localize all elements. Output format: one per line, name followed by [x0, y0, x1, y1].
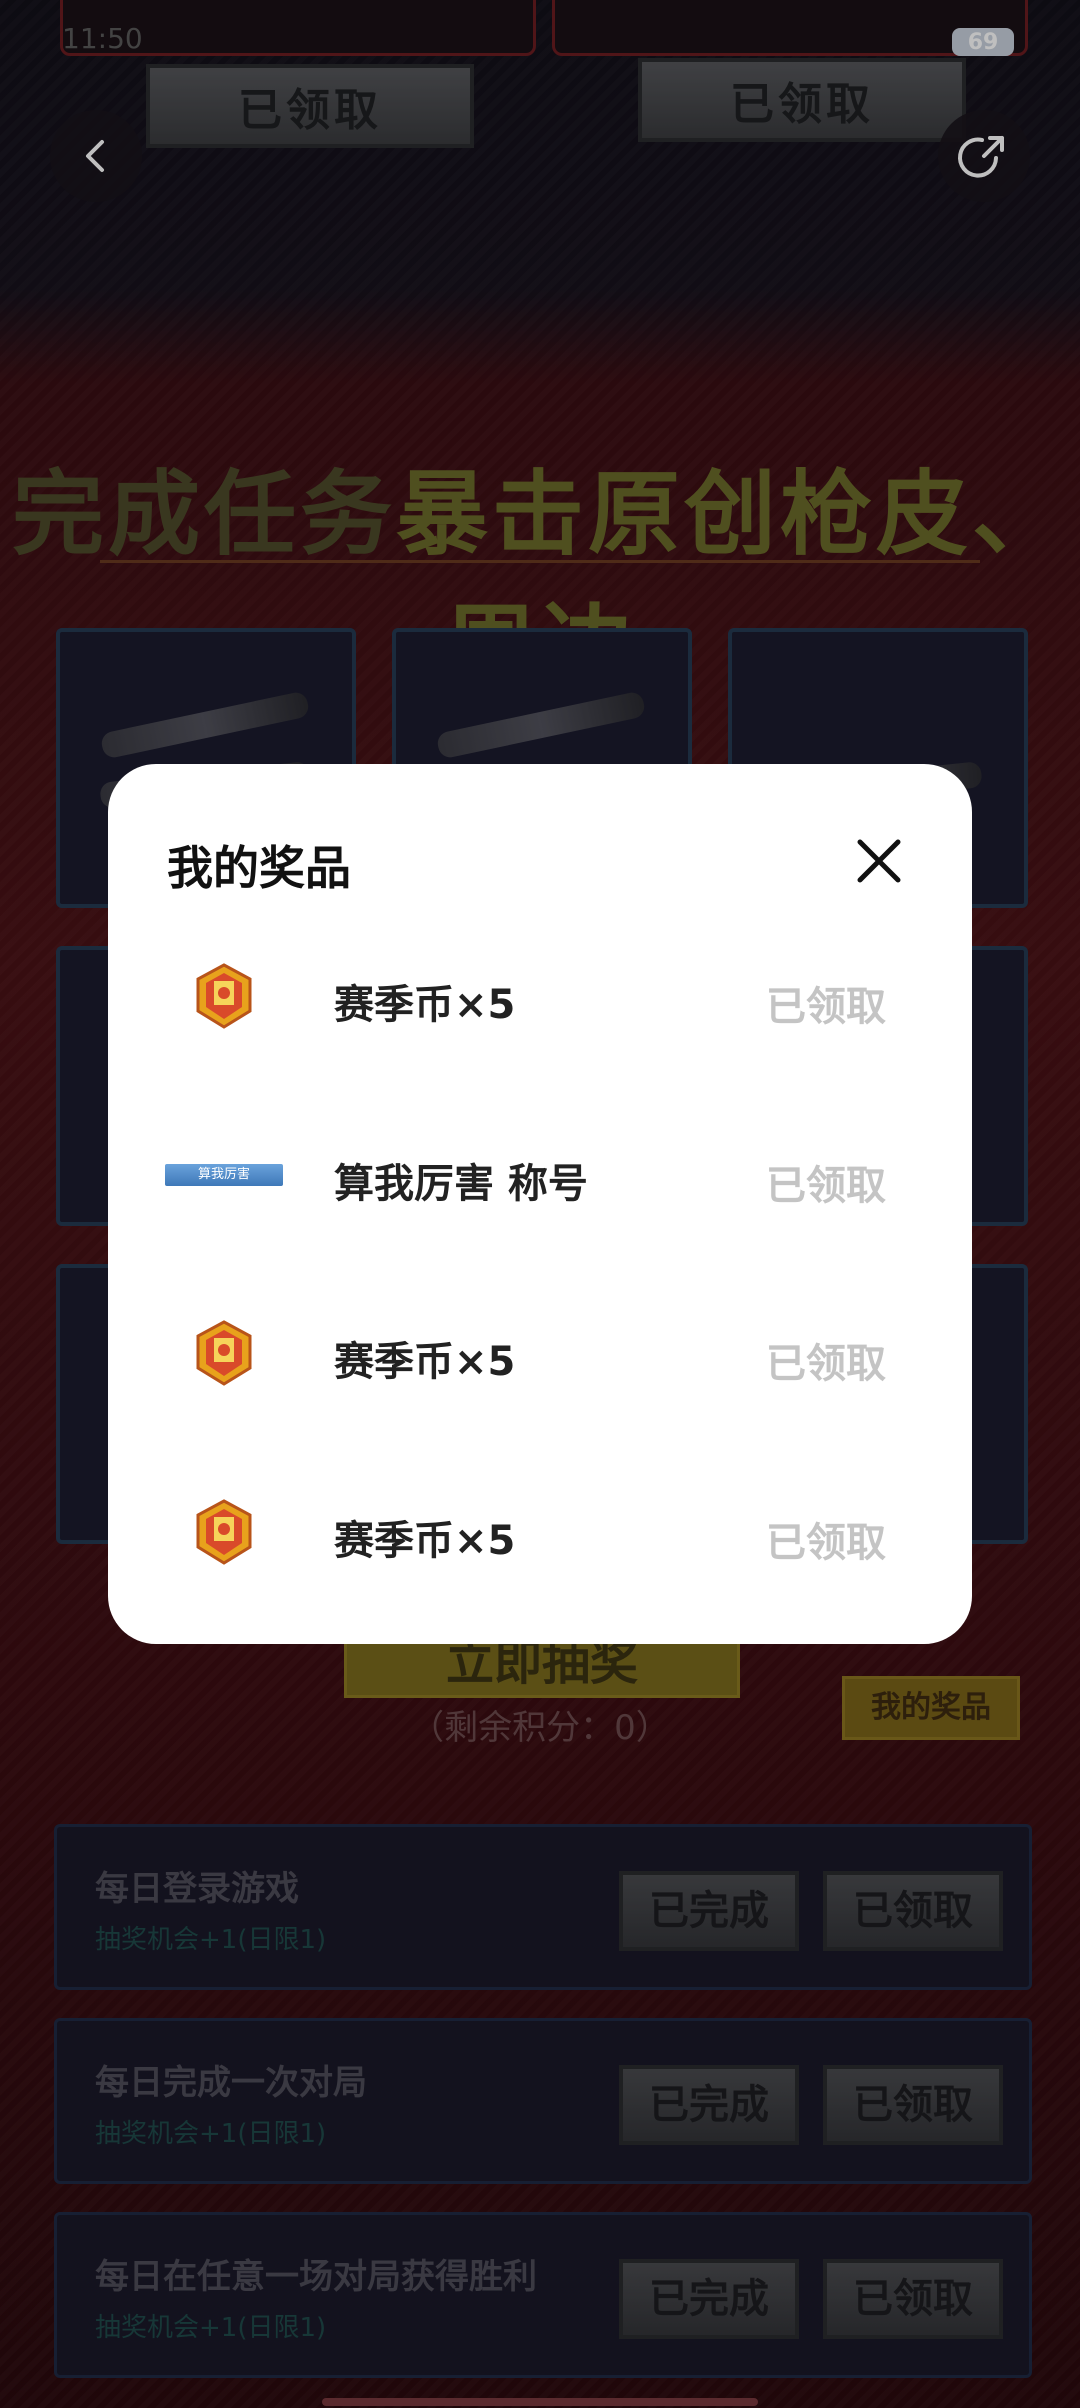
season-coin-icon	[164, 1313, 284, 1393]
season-coin-icon	[164, 956, 284, 1036]
my-prizes-dialog: 我的奖品 赛季币×5 已领取 算我厉害 算我厉害 称号 已领取 赛季币×5 已领…	[108, 764, 972, 1644]
close-button[interactable]	[854, 836, 904, 886]
prize-status: 已领取	[766, 1520, 886, 1566]
prize-status: 已领取	[766, 1163, 886, 1209]
season-coin-icon	[164, 1492, 284, 1572]
prize-name: 算我厉害 称号	[334, 1161, 588, 1207]
prize-list-item: 算我厉害 算我厉害 称号 已领取	[108, 1115, 972, 1235]
prize-list-item: 赛季币×5 已领取	[108, 1293, 972, 1413]
prize-name: 赛季币×5	[334, 1518, 516, 1564]
prize-status: 已领取	[766, 1341, 886, 1387]
prize-list-item: 赛季币×5 已领取	[108, 936, 972, 1056]
prize-list-item: 赛季币×5 已领取	[108, 1472, 972, 1592]
prize-name: 赛季币×5	[334, 1339, 516, 1385]
home-indicator[interactable]	[322, 2398, 758, 2406]
dialog-title: 我的奖品	[167, 841, 351, 895]
close-icon	[857, 839, 901, 883]
title-badge-icon: 算我厉害	[164, 1135, 284, 1215]
prize-name: 赛季币×5	[334, 982, 516, 1028]
prize-status: 已领取	[766, 984, 886, 1030]
